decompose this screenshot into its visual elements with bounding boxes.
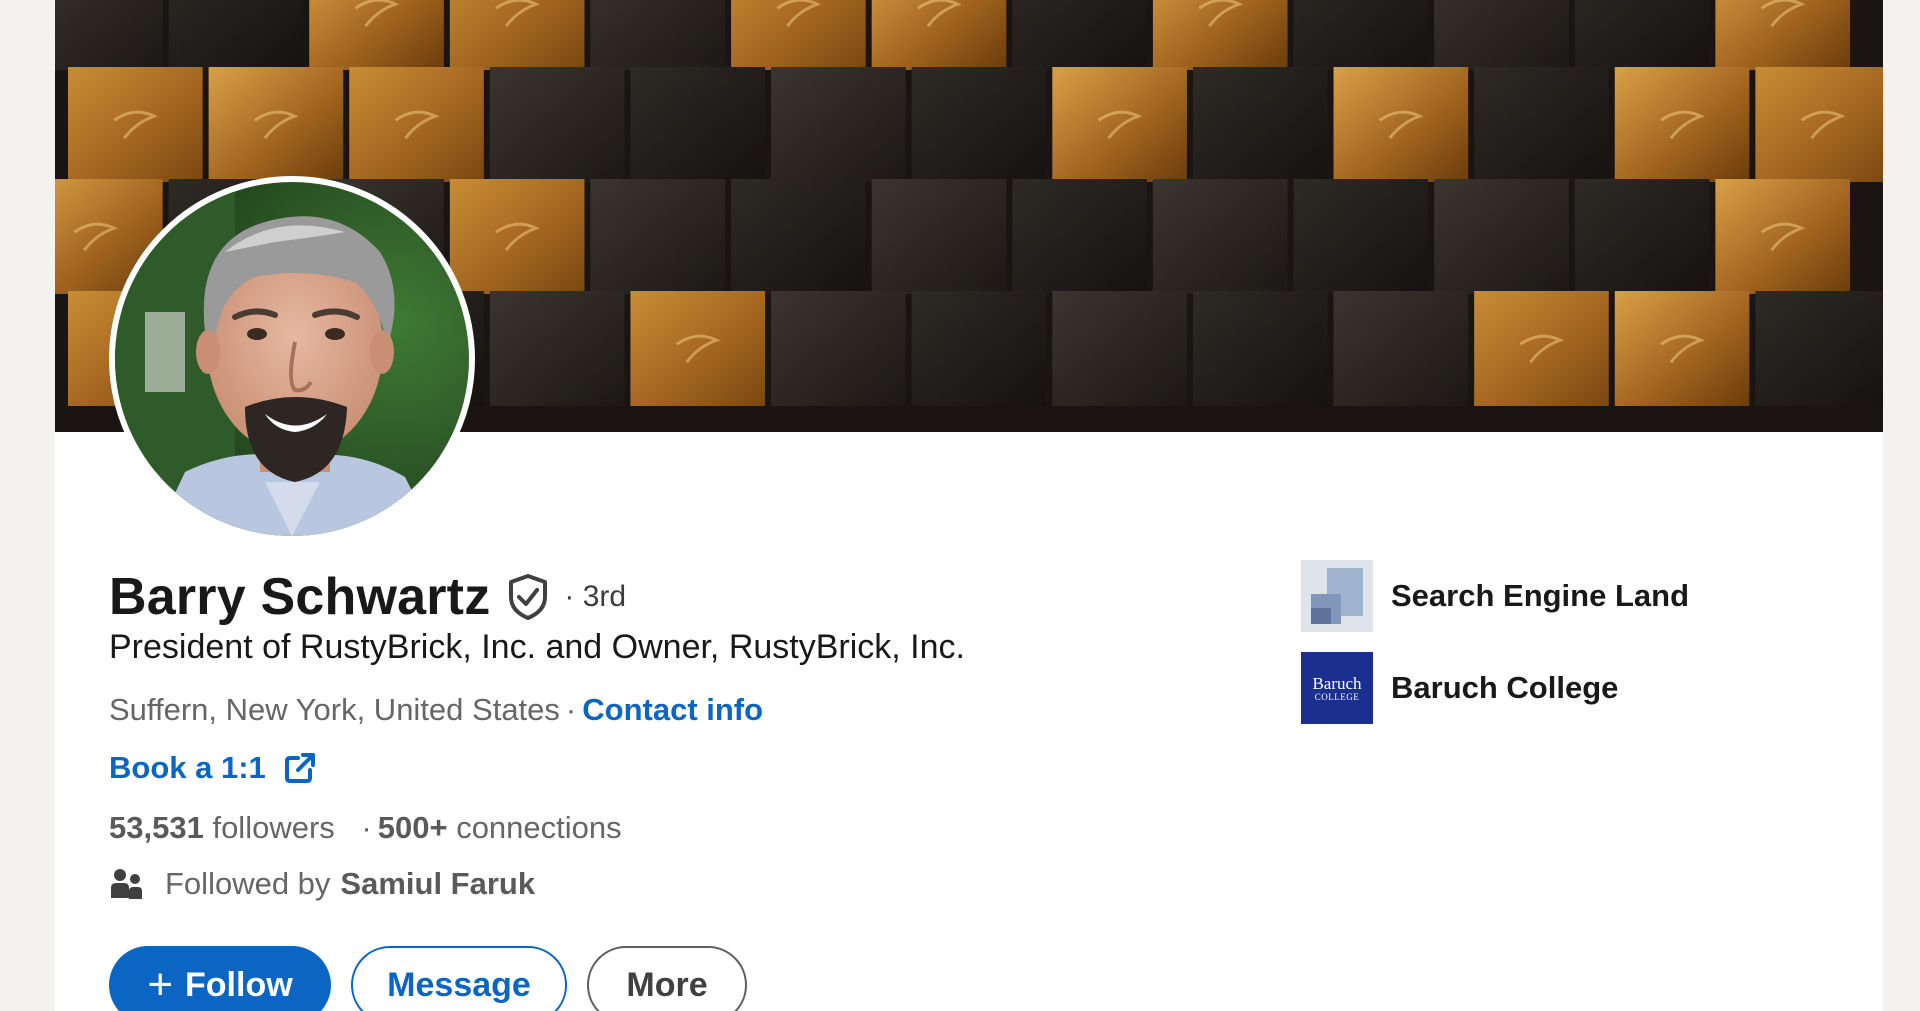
followed-by-row[interactable]: Followed by Samiul Faruk bbox=[109, 866, 535, 902]
cover-gold-cube bbox=[1333, 67, 1469, 182]
cover-dark-cube bbox=[1755, 291, 1883, 406]
cover-dark-cube bbox=[731, 179, 866, 294]
cover-dark-cube bbox=[911, 291, 1047, 406]
cover-dark-cube bbox=[630, 67, 766, 182]
cover-dark-cube bbox=[55, 0, 163, 70]
profile-photo bbox=[115, 182, 469, 536]
profile-actions: + Follow Message More bbox=[109, 946, 747, 1011]
baruch-college-logo: Baruch COLLEGE bbox=[1301, 652, 1373, 724]
connections-count: 500+ bbox=[377, 810, 448, 845]
cover-gold-cube bbox=[1052, 67, 1187, 182]
location-row: Suffern, New York, United States · Contact… bbox=[109, 692, 763, 728]
profile-card: Barry Schwartz · 3rd President of RustyB… bbox=[55, 0, 1883, 1011]
cover-dark-cube bbox=[489, 67, 625, 182]
followed-by-prefix: Followed by bbox=[165, 866, 331, 901]
shield-check-icon[interactable] bbox=[506, 573, 550, 621]
book-meeting-link[interactable]: Book a 1:1 bbox=[109, 750, 316, 786]
network-stats: 53,531 followers · 500+ connections bbox=[109, 810, 622, 846]
cover-dark-cube bbox=[1333, 291, 1469, 406]
name-row: Barry Schwartz · 3rd bbox=[109, 562, 626, 632]
book-meeting-label: Book a 1:1 bbox=[109, 750, 266, 785]
cover-gold-cube bbox=[1474, 291, 1609, 406]
cover-dark-cube bbox=[1052, 291, 1187, 406]
cover-gold-cube bbox=[449, 0, 585, 70]
cover-gold-cube bbox=[1715, 179, 1850, 294]
org-name-baruch-college: Baruch College bbox=[1391, 670, 1619, 705]
cover-dark-cube bbox=[590, 0, 726, 70]
cover-gold-cube bbox=[731, 0, 866, 70]
cover-dark-cube bbox=[1574, 0, 1710, 70]
followers-label: followers bbox=[212, 810, 335, 845]
cover-gold-cube bbox=[449, 179, 585, 294]
cover-gold-cube bbox=[349, 67, 484, 182]
organizations-list: Search Engine Land Baruch COLLEGE Baruch… bbox=[1301, 560, 1689, 744]
followed-by-name[interactable]: Samiul Faruk bbox=[340, 866, 535, 902]
cover-dark-cube bbox=[1012, 179, 1147, 294]
baruch-logo-text-1: Baruch bbox=[1312, 674, 1362, 693]
cover-gold-cube bbox=[1152, 0, 1288, 70]
cover-dark-cube bbox=[1293, 0, 1429, 70]
location-separator: · bbox=[565, 692, 577, 727]
external-link-icon bbox=[284, 752, 316, 784]
profile-location: Suffern, New York, United States bbox=[109, 692, 560, 727]
profile-headline: President of RustyBrick, Inc. and Owner,… bbox=[109, 628, 965, 666]
follow-button-label: Follow bbox=[185, 965, 293, 1004]
org-baruch-college[interactable]: Baruch COLLEGE Baruch College bbox=[1301, 652, 1689, 724]
cover-dark-cube bbox=[1012, 0, 1147, 70]
search-engine-land-logo bbox=[1301, 560, 1373, 632]
plus-icon: + bbox=[147, 960, 174, 1009]
followers-count: 53,531 bbox=[109, 810, 204, 845]
cover-gold-cube bbox=[68, 67, 203, 182]
cover-dark-cube bbox=[871, 179, 1007, 294]
follow-button[interactable]: + Follow bbox=[109, 946, 331, 1011]
cover-gold-cube bbox=[309, 0, 444, 70]
cover-dark-cube bbox=[771, 291, 906, 406]
cover-dark-cube bbox=[1574, 179, 1710, 294]
cover-dark-cube bbox=[1434, 179, 1569, 294]
connections-label: connections bbox=[456, 810, 622, 845]
cover-gold-cube bbox=[1614, 67, 1750, 182]
cover-gold-cube bbox=[1755, 67, 1883, 182]
message-button[interactable]: Message bbox=[351, 946, 567, 1011]
org-name-search-engine-land: Search Engine Land bbox=[1391, 578, 1690, 613]
cover-dark-cube bbox=[1192, 67, 1328, 182]
stats-separator: · bbox=[361, 810, 372, 845]
cover-dark-cube bbox=[911, 67, 1047, 182]
contact-info-link[interactable]: Contact info bbox=[582, 692, 763, 727]
cover-dark-cube bbox=[489, 291, 625, 406]
cover-gold-cube bbox=[208, 67, 344, 182]
cover-dark-cube bbox=[771, 67, 906, 182]
cover-gold-cube bbox=[630, 291, 766, 406]
cover-dark-cube bbox=[1152, 179, 1288, 294]
page: Barry Schwartz · 3rd President of RustyB… bbox=[0, 0, 1920, 1011]
cover-dark-cube bbox=[590, 179, 726, 294]
cover-dark-cube bbox=[1474, 67, 1609, 182]
profile-avatar[interactable] bbox=[109, 176, 475, 542]
people-icon bbox=[109, 866, 145, 902]
cover-dark-cube bbox=[1192, 291, 1328, 406]
connection-degree: · 3rd bbox=[564, 580, 627, 613]
profile-name: Barry Schwartz bbox=[109, 568, 491, 626]
baruch-logo-text-2: COLLEGE bbox=[1315, 692, 1360, 702]
cover-dark-cube bbox=[1293, 179, 1429, 294]
cover-gold-cube bbox=[1614, 291, 1750, 406]
org-search-engine-land[interactable]: Search Engine Land bbox=[1301, 560, 1689, 632]
cover-dark-cube bbox=[1434, 0, 1569, 70]
cover-gold-cube bbox=[1715, 0, 1850, 70]
cover-gold-cube bbox=[871, 0, 1007, 70]
cover-dark-cube bbox=[168, 0, 304, 70]
more-button[interactable]: More bbox=[587, 946, 747, 1011]
